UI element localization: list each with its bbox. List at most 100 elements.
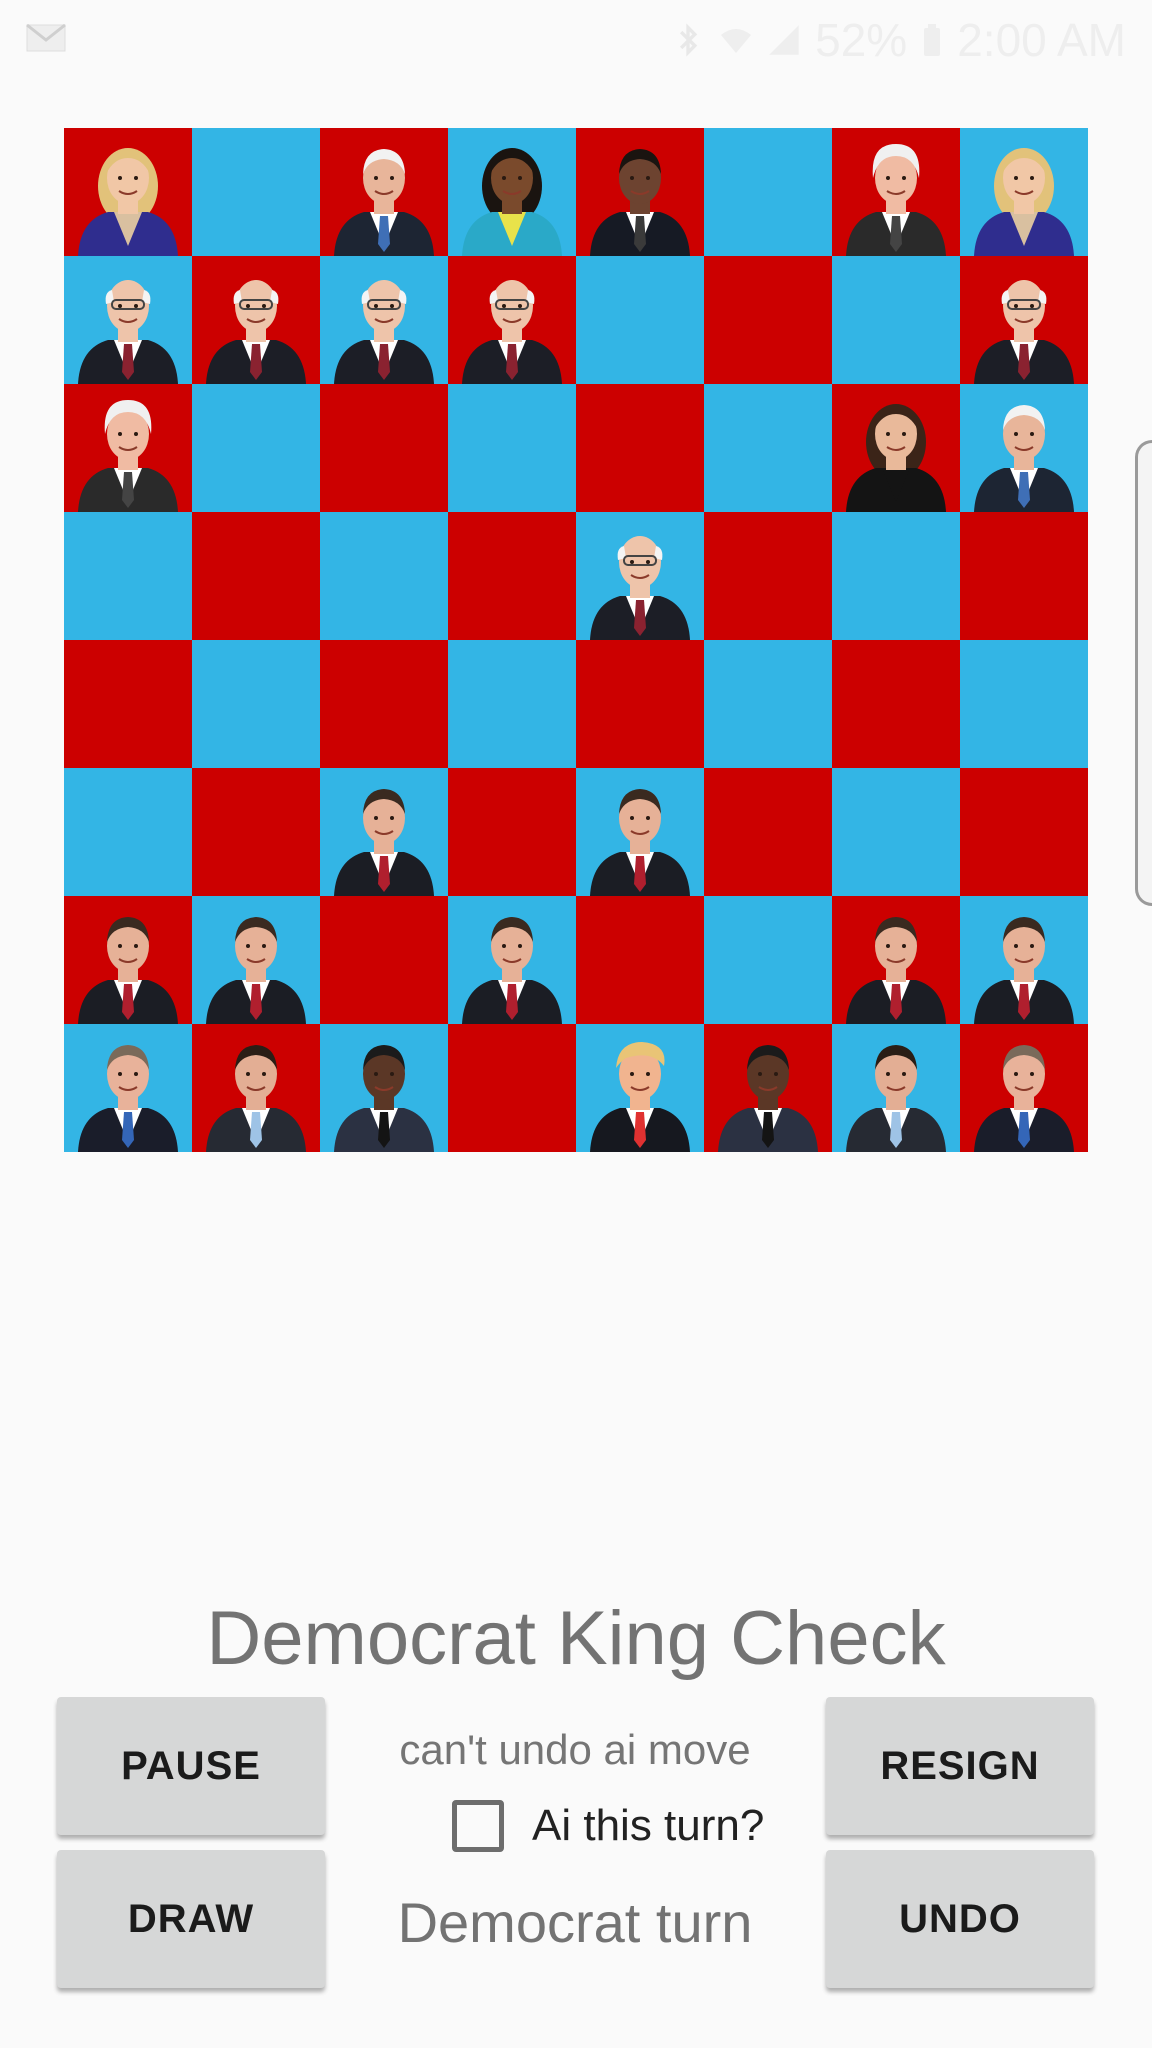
- board-square[interactable]: [704, 256, 832, 384]
- board-square[interactable]: [64, 512, 192, 640]
- board-square[interactable]: [448, 128, 576, 256]
- board-square[interactable]: [448, 768, 576, 896]
- board-square[interactable]: [320, 1024, 448, 1152]
- piece-christie[interactable]: [960, 896, 1088, 1024]
- edge-panel-handle[interactable]: [1135, 440, 1152, 906]
- board-square[interactable]: [64, 128, 192, 256]
- piece-bush[interactable]: [64, 1024, 192, 1152]
- board-square[interactable]: [704, 640, 832, 768]
- board-square[interactable]: [64, 768, 192, 896]
- board-square[interactable]: [448, 896, 576, 1024]
- piece-bush[interactable]: [960, 1024, 1088, 1152]
- board-square[interactable]: [192, 896, 320, 1024]
- ai-turn-label[interactable]: Ai this turn?: [532, 1800, 764, 1852]
- board-square[interactable]: [320, 896, 448, 1024]
- board-square[interactable]: [704, 768, 832, 896]
- piece-palin[interactable]: [832, 384, 960, 512]
- piece-cruz[interactable]: [832, 1024, 960, 1152]
- board-square[interactable]: [576, 896, 704, 1024]
- board-square[interactable]: [320, 640, 448, 768]
- board-square[interactable]: [960, 896, 1088, 1024]
- board-square[interactable]: [704, 128, 832, 256]
- board-square[interactable]: [64, 384, 192, 512]
- piece-carson[interactable]: [704, 1024, 832, 1152]
- board-square[interactable]: [64, 640, 192, 768]
- piece-christie[interactable]: [576, 768, 704, 896]
- piece-christie[interactable]: [64, 896, 192, 1024]
- board-square[interactable]: [64, 1024, 192, 1152]
- board-square[interactable]: [576, 128, 704, 256]
- resign-button[interactable]: RESIGN: [826, 1697, 1094, 1835]
- board-square[interactable]: [960, 768, 1088, 896]
- piece-cruz[interactable]: [192, 1024, 320, 1152]
- board-square[interactable]: [576, 256, 704, 384]
- board-square[interactable]: [320, 128, 448, 256]
- board-square[interactable]: [576, 1024, 704, 1152]
- board-square[interactable]: [320, 512, 448, 640]
- piece-christie[interactable]: [448, 896, 576, 1024]
- board-square[interactable]: [704, 896, 832, 1024]
- piece-carson[interactable]: [320, 1024, 448, 1152]
- board-square[interactable]: [320, 384, 448, 512]
- piece-christie[interactable]: [192, 896, 320, 1024]
- board-square[interactable]: [576, 640, 704, 768]
- piece-hillary[interactable]: [64, 128, 192, 256]
- piece-bill[interactable]: [64, 384, 192, 512]
- board-square[interactable]: [192, 1024, 320, 1152]
- board-square[interactable]: [576, 768, 704, 896]
- piece-obama[interactable]: [576, 128, 704, 256]
- undo-button[interactable]: UNDO: [826, 1850, 1094, 1988]
- board-square[interactable]: [960, 512, 1088, 640]
- piece-christie[interactable]: [320, 768, 448, 896]
- piece-christie[interactable]: [832, 896, 960, 1024]
- board-square[interactable]: [960, 1024, 1088, 1152]
- board-square[interactable]: [832, 256, 960, 384]
- piece-bernie[interactable]: [960, 256, 1088, 384]
- board-square[interactable]: [448, 512, 576, 640]
- board-square[interactable]: [704, 512, 832, 640]
- board-square[interactable]: [832, 640, 960, 768]
- board-square[interactable]: [448, 256, 576, 384]
- board-square[interactable]: [448, 640, 576, 768]
- ai-turn-checkbox[interactable]: [452, 1800, 504, 1852]
- board-square[interactable]: [832, 768, 960, 896]
- board-square[interactable]: [448, 1024, 576, 1152]
- piece-biden[interactable]: [960, 384, 1088, 512]
- board-square[interactable]: [960, 128, 1088, 256]
- board-square[interactable]: [192, 128, 320, 256]
- board-square[interactable]: [192, 512, 320, 640]
- board-square[interactable]: [192, 256, 320, 384]
- board-square[interactable]: [704, 1024, 832, 1152]
- board-square[interactable]: [960, 384, 1088, 512]
- board-square[interactable]: [832, 128, 960, 256]
- piece-hillary[interactable]: [960, 128, 1088, 256]
- board-square[interactable]: [192, 768, 320, 896]
- board-square[interactable]: [832, 384, 960, 512]
- board-square[interactable]: [64, 256, 192, 384]
- piece-bill[interactable]: [832, 128, 960, 256]
- draw-button[interactable]: DRAW: [57, 1850, 325, 1988]
- board-square[interactable]: [448, 384, 576, 512]
- board-square[interactable]: [832, 1024, 960, 1152]
- board-square[interactable]: [64, 896, 192, 1024]
- board-square[interactable]: [832, 512, 960, 640]
- piece-michelle[interactable]: [448, 128, 576, 256]
- piece-bernie[interactable]: [64, 256, 192, 384]
- board-square[interactable]: [576, 384, 704, 512]
- board-square[interactable]: [192, 640, 320, 768]
- board-square[interactable]: [704, 384, 832, 512]
- board-square[interactable]: [832, 896, 960, 1024]
- pause-button[interactable]: PAUSE: [57, 1697, 325, 1835]
- piece-trump[interactable]: [576, 1024, 704, 1152]
- piece-bernie[interactable]: [576, 512, 704, 640]
- board-square[interactable]: [320, 256, 448, 384]
- piece-biden[interactable]: [320, 128, 448, 256]
- board-square[interactable]: [960, 640, 1088, 768]
- piece-bernie[interactable]: [448, 256, 576, 384]
- piece-bernie[interactable]: [320, 256, 448, 384]
- board-square[interactable]: [960, 256, 1088, 384]
- board-square[interactable]: [192, 384, 320, 512]
- piece-bernie[interactable]: [192, 256, 320, 384]
- board-square[interactable]: [320, 768, 448, 896]
- board-square[interactable]: [576, 512, 704, 640]
